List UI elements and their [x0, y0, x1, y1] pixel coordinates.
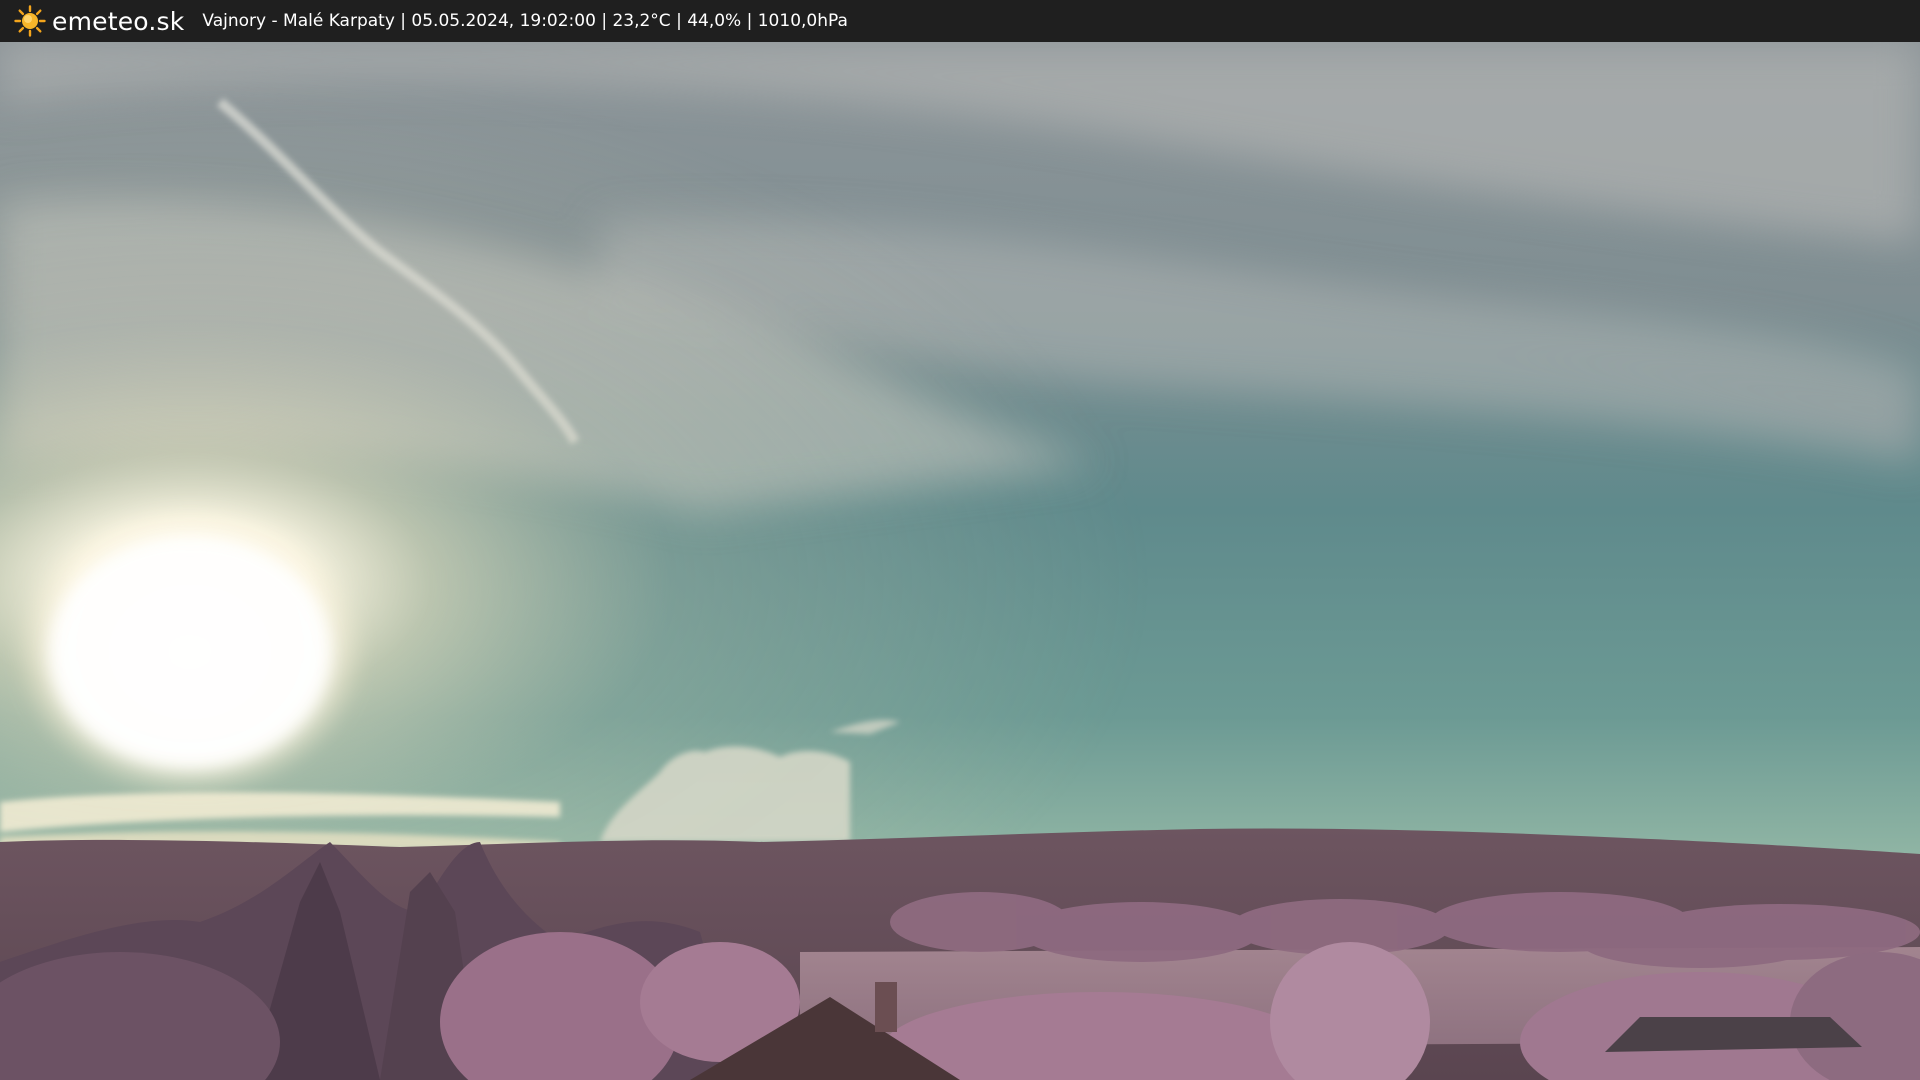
brand-name: emeteo.sk: [52, 6, 185, 36]
station-caption: Vajnory - Malé Karpaty | 05.05.2024, 19:…: [202, 11, 848, 31]
top-bar: emeteo.sk Vajnory - Malé Karpaty | 05.05…: [0, 0, 1920, 42]
chimney: [875, 982, 897, 1032]
sun-icon: [14, 5, 46, 37]
webcam-scene: [0, 42, 1920, 1080]
webcam-image: [0, 42, 1920, 1080]
house-roof-right: [1605, 1017, 1862, 1052]
